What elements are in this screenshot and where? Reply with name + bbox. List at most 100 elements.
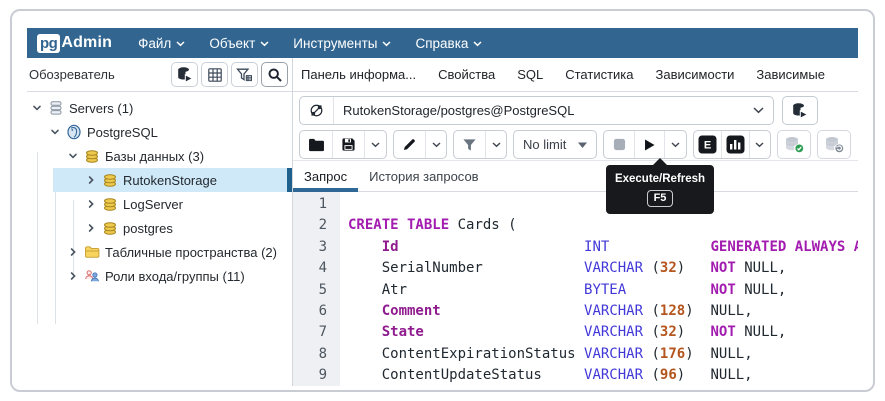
query-toolbar: No limit [293,129,858,160]
execute-menu-button[interactable] [664,131,686,158]
commit-button[interactable] [777,130,811,159]
menu-tools[interactable]: Инструменты [293,36,391,51]
tree-item-postgresql[interactable]: PostgreSQL [27,120,292,144]
row-limit-value: No limit [523,137,566,152]
connection-row: RutokenStorage/postgres@PostgreSQL [293,92,858,129]
chevron-right-icon[interactable] [66,271,80,281]
code-line: Id INT GENERATED ALWAYS AS [348,237,858,258]
save-button[interactable] [332,131,364,158]
tab-query-history[interactable]: История запросов [358,161,490,191]
rollback-button[interactable] [817,130,851,159]
tooltip-shortcut-key: F5 [647,190,674,207]
pencil-icon [402,137,417,152]
menu-file[interactable]: Файл [138,36,185,51]
chevron-down-icon [473,41,482,47]
new-connection-button[interactable] [782,96,818,125]
chevron-down-icon [671,142,680,148]
search-icon [267,67,283,83]
connection-status-icon [300,97,334,124]
query-editor-tabs: Запрос История запросов [293,160,858,192]
search-button[interactable] [261,62,288,87]
tree-item-label: Табличные пространства (2) [105,245,277,260]
code-line: CREATE TABLE Cards ( [348,215,858,236]
svg-text:E: E [704,140,711,152]
tab-query[interactable]: Запрос [293,161,358,191]
tree-item-label: Роли входа/группы (11) [105,269,245,284]
document-tabs: Панель информа... Свойства SQL Статистик… [293,58,858,92]
tab-dashboard[interactable]: Панель информа... [301,67,416,82]
tab-sql[interactable]: SQL [517,67,543,82]
row-limit-select[interactable]: No limit [513,130,597,159]
database-icon [101,196,119,212]
code-line: Comment VARCHAR (128) NULL, [348,301,858,322]
chevron-down-icon [382,41,391,47]
chevron-down-icon[interactable] [48,127,62,137]
browser-tree: Servers (1) PostgreSQL Базы данных (3) Ruto… [27,92,292,288]
tree-item-postgres[interactable]: postgres [27,216,292,240]
pgadmin-logo: pgAdmin [37,34,112,53]
tab-properties[interactable]: Свойства [438,67,495,82]
save-menu-button[interactable] [364,131,386,158]
database-execute-button[interactable] [171,62,198,87]
chevron-down-icon [492,142,501,148]
grid-view-button[interactable] [201,62,228,87]
tab-dependencies[interactable]: Зависимости [656,67,735,82]
chevron-right-icon[interactable] [84,223,98,233]
connection-selector[interactable]: RutokenStorage/postgres@PostgreSQL [299,96,774,125]
line-number: 6 [293,301,327,322]
line-number: 1 [293,194,327,215]
code-line [348,194,858,215]
chevron-down-icon[interactable] [66,151,80,161]
explain-menu-button[interactable] [749,131,770,158]
tablespace-folder-icon [83,244,101,260]
filter-button[interactable] [231,62,258,87]
tree-item-label: PostgreSQL [87,125,158,140]
tree-item-label: Базы данных (3) [105,149,204,164]
object-explorer-panel: Обозреватель [27,58,292,386]
edit-menu-button[interactable] [425,131,446,158]
tree-item-databases[interactable]: Базы данных (3) [27,144,292,168]
explorer-title: Обозреватель [29,67,168,82]
filter-rows-button[interactable] [454,131,485,158]
explain-button[interactable]: E [694,131,721,158]
explain-icon: E [698,135,717,154]
menu-help[interactable]: Справка [415,36,482,51]
tree-item-login-roles[interactable]: Роли входа/группы (11) [27,264,292,288]
filter-menu-button[interactable] [485,131,506,158]
tab-statistics[interactable]: Статистика [565,67,633,82]
chevron-right-icon[interactable] [66,247,80,257]
database-icon [101,172,119,188]
line-number: 3 [293,237,327,258]
code-area[interactable]: CREATE TABLE Cards ( Id INT GENERATED AL… [340,192,858,386]
tree-item-logserver[interactable]: LogServer [27,192,292,216]
chevron-down-icon[interactable] [30,103,44,113]
edit-button[interactable] [394,131,425,158]
database-execute-icon [176,66,194,83]
connection-value: RutokenStorage/postgres@PostgreSQL [334,103,743,118]
menu-object[interactable]: Объект [209,36,269,51]
line-number: 7 [293,322,327,343]
grid-icon [207,67,223,83]
chevron-down-icon [432,142,441,148]
tab-dependents[interactable]: Зависимые [756,67,825,82]
code-line: ContentUpdateStatus VARCHAR (96) NULL, [348,365,858,386]
tree-item-servers[interactable]: Servers (1) [27,96,292,120]
top-navbar: pgAdmin Файл Объект Инструменты Справка [27,28,858,58]
execute-button[interactable] [634,131,664,158]
database-collection-icon [83,148,101,164]
tree-item-rutokenstorage[interactable]: RutokenStorage [27,168,292,192]
chevron-right-icon[interactable] [84,175,98,185]
line-number: 9 [293,365,327,386]
chevron-right-icon[interactable] [84,199,98,209]
database-icon [101,220,119,236]
folder-icon [308,138,325,152]
open-file-button[interactable] [300,131,332,158]
caret-down-icon [578,142,587,148]
save-icon [341,137,356,152]
execute-tooltip: Execute/Refresh F5 [606,165,714,214]
code-line: State VARCHAR (32) NOT NULL, [348,322,858,343]
explain-analyze-button[interactable] [721,131,748,158]
tree-item-tablespaces[interactable]: Табличные пространства (2) [27,240,292,264]
sql-editor[interactable]: 123456789 CREATE TABLE Cards ( Id INT GE… [293,192,858,386]
cancel-query-button[interactable] [604,131,634,158]
